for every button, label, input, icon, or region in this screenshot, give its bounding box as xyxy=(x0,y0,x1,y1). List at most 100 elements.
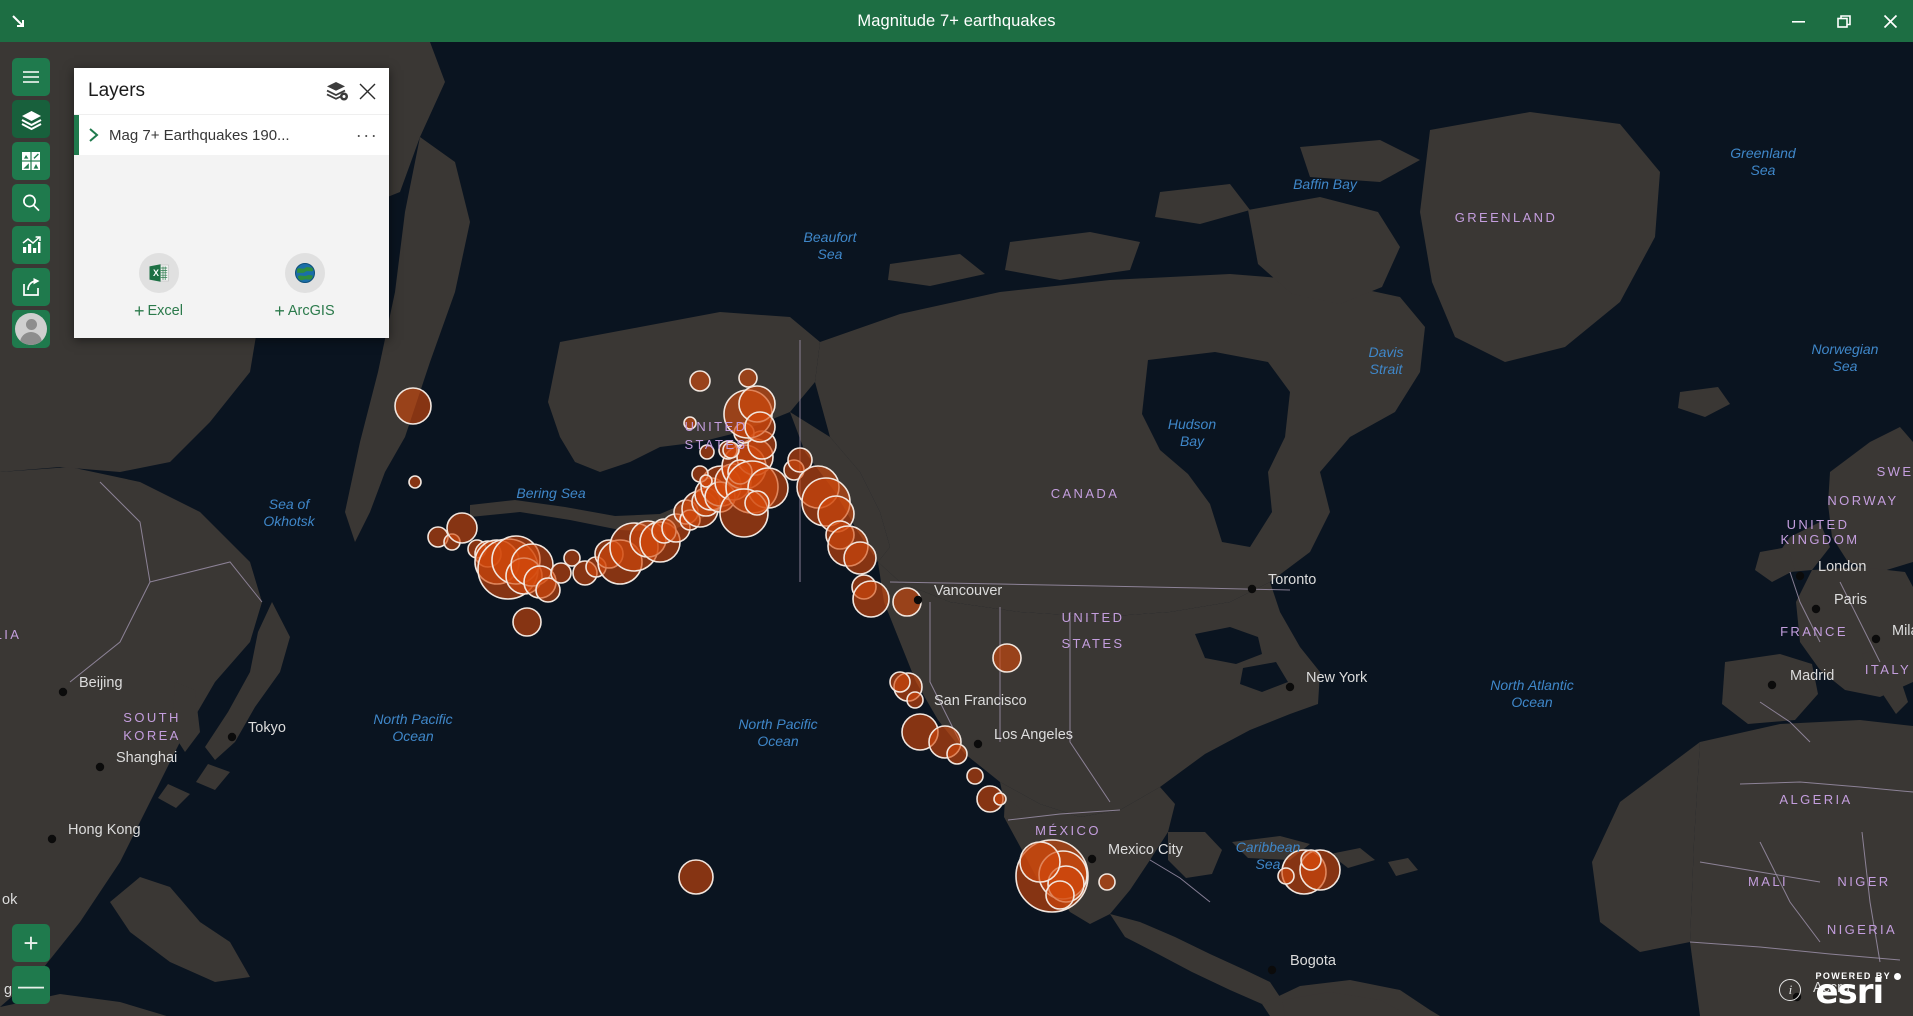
earthquake-symbol[interactable] xyxy=(992,643,1022,673)
city-marker-dot xyxy=(973,739,983,749)
city-label: London xyxy=(1818,559,1866,575)
map-attribution: i POWERED BY esri xyxy=(1779,971,1901,1009)
water-body-label: Bering Sea xyxy=(516,485,585,501)
earthquake-symbol[interactable] xyxy=(966,767,984,785)
analytics-button[interactable] xyxy=(12,226,50,264)
city-marker-dot xyxy=(58,687,68,697)
city-label: Toronto xyxy=(1268,572,1316,588)
add-excel-label: + Excel xyxy=(134,302,183,320)
city-label: San Francisco xyxy=(934,693,1027,709)
esri-logo[interactable]: POWERED BY esri xyxy=(1815,971,1901,1009)
window-title-bar: Magnitude 7+ earthquakes xyxy=(0,0,1913,42)
earthquake-symbol[interactable] xyxy=(408,475,422,489)
city-label: Paris xyxy=(1834,592,1867,608)
layers-panel-header: Layers xyxy=(74,68,389,115)
earthquake-symbol[interactable] xyxy=(889,671,911,693)
bar-chart-trend-icon xyxy=(20,234,42,256)
earthquake-symbol[interactable] xyxy=(678,859,714,895)
earthquake-symbol[interactable] xyxy=(744,411,776,443)
more-options-icon[interactable]: ··· xyxy=(355,126,379,144)
country-name-label: SOUTH xyxy=(123,710,181,725)
zoom-out-button[interactable]: — xyxy=(12,966,50,1004)
hamburger-menu-icon xyxy=(20,66,42,88)
city-marker-dot xyxy=(95,762,105,772)
city-label: New York xyxy=(1306,670,1368,686)
city-marker-dot xyxy=(1811,604,1821,614)
minimize-button[interactable] xyxy=(1775,0,1821,42)
arcgis-globe-icon xyxy=(284,253,325,293)
add-arcgis-label: + ArcGIS xyxy=(274,302,334,320)
country-name-label: MÉXICO xyxy=(1035,823,1101,838)
magnifier-icon xyxy=(20,192,42,214)
city-marker-dot xyxy=(1795,571,1805,581)
layers-settings-icon[interactable] xyxy=(326,80,348,102)
basemap-button[interactable] xyxy=(12,142,50,180)
country-name-label: NORWAY xyxy=(1827,493,1898,508)
earthquake-symbol[interactable] xyxy=(852,580,890,618)
list-item[interactable]: Mag 7+ Earthquakes 190... ··· xyxy=(74,115,389,155)
excel-file-icon: X xyxy=(138,253,179,293)
country-name-label: GREENLAND xyxy=(1455,210,1558,225)
city-label: Tokyo xyxy=(248,720,286,736)
earthquake-symbol[interactable] xyxy=(394,387,432,425)
country-name-label: ALGERIA xyxy=(1779,792,1852,807)
earthquake-symbol[interactable] xyxy=(1045,880,1075,910)
country-name-label: STATES xyxy=(1061,636,1124,651)
close-icon[interactable] xyxy=(358,82,377,101)
earthquake-symbol[interactable] xyxy=(946,743,968,765)
user-account-button[interactable] xyxy=(12,310,50,348)
user-avatar-icon xyxy=(15,313,47,345)
country-name-label: KOREA xyxy=(123,728,181,743)
city-marker-dot xyxy=(47,834,57,844)
water-body-label: Sea of Okhotsk xyxy=(263,496,315,529)
layers-button[interactable] xyxy=(12,100,50,138)
close-button[interactable] xyxy=(1867,0,1913,42)
city-label: Los Angeles xyxy=(994,727,1073,743)
earthquake-symbol[interactable] xyxy=(1098,873,1116,891)
earthquake-symbol[interactable] xyxy=(906,691,924,709)
map-zoom-controls: + — xyxy=(12,924,50,1008)
left-toolbar xyxy=(12,58,50,348)
earthquake-symbol[interactable] xyxy=(843,541,877,575)
city-marker-dot xyxy=(1267,965,1277,975)
city-marker-dot xyxy=(1247,584,1257,594)
restore-button[interactable] xyxy=(1821,0,1867,42)
earthquake-symbol[interactable] xyxy=(512,607,542,637)
earthquake-symbol[interactable] xyxy=(550,562,572,584)
earthquake-symbol[interactable] xyxy=(1019,841,1061,883)
info-icon[interactable]: i xyxy=(1779,978,1802,1001)
search-button[interactable] xyxy=(12,184,50,222)
city-label: Milan xyxy=(1892,623,1913,639)
earthquake-symbol[interactable] xyxy=(1300,849,1322,871)
plus-icon: + xyxy=(274,301,285,321)
water-body-label: Baffin Bay xyxy=(1293,176,1358,192)
earthquake-symbol[interactable] xyxy=(738,368,758,388)
city-label: Mexico City xyxy=(1108,842,1184,858)
add-excel-button[interactable]: X + Excel xyxy=(117,253,201,320)
menu-button[interactable] xyxy=(12,58,50,96)
minus-icon: — xyxy=(18,970,44,1000)
country-name-label: NIGERIA xyxy=(1827,922,1897,937)
chevron-right-icon[interactable] xyxy=(79,127,109,143)
city-label: Vancouver xyxy=(934,583,1002,599)
earthquake-symbol[interactable] xyxy=(993,792,1007,806)
earthquake-symbol[interactable] xyxy=(699,474,713,488)
earthquake-symbol[interactable] xyxy=(446,512,478,544)
earthquake-symbol[interactable] xyxy=(744,490,770,516)
share-arrow-icon xyxy=(20,276,42,298)
add-data-sources: X + Excel + ArcGIS xyxy=(74,155,389,338)
zoom-in-button[interactable]: + xyxy=(12,924,50,962)
city-label: Madrid xyxy=(1790,668,1834,684)
country-name-label: MALI xyxy=(1748,874,1788,889)
add-arcgis-button[interactable]: + ArcGIS xyxy=(263,253,347,320)
country-name-label: ITALY xyxy=(1865,662,1911,677)
earthquake-symbol[interactable] xyxy=(689,370,711,392)
layers-list: Mag 7+ Earthquakes 190... ··· xyxy=(74,115,389,155)
country-name-label: FRANCE xyxy=(1780,624,1848,639)
city-marker-dot xyxy=(1767,680,1777,690)
layers-stack-icon xyxy=(20,108,43,131)
plus-icon: + xyxy=(134,301,145,321)
share-button[interactable] xyxy=(12,268,50,306)
svg-text:X: X xyxy=(153,268,159,278)
water-body-label: Davis Strait xyxy=(1368,344,1403,377)
